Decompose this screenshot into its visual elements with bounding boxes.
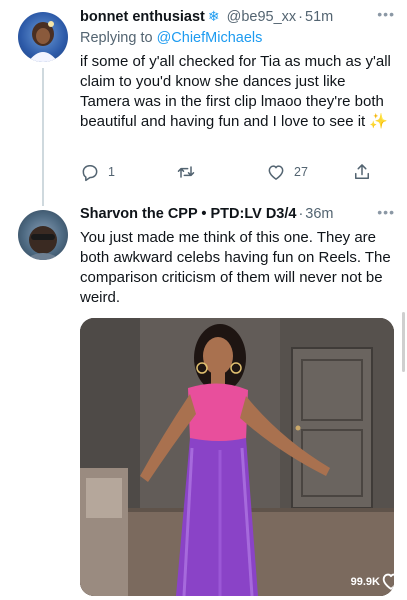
separator-dot: ·: [298, 206, 304, 222]
video-media[interactable]: 99.9K: [80, 318, 394, 596]
tweet-actions: 1 27: [80, 162, 383, 186]
reply-icon: [82, 165, 98, 182]
tweet-header: bonnet enthusiast ❄ @be95_xx · 51m •••: [80, 6, 395, 25]
retweet-button[interactable]: [176, 162, 204, 182]
avatar[interactable]: [18, 210, 68, 260]
share-icon: [355, 164, 369, 179]
replying-mention[interactable]: @ChiefMichaels: [157, 30, 263, 46]
author-name[interactable]: bonnet enthusiast: [80, 9, 205, 25]
video-view-count: 99.9K: [350, 576, 380, 588]
video-thumbnail: [80, 318, 394, 596]
reply-count: 1: [108, 165, 115, 179]
like-button[interactable]: 27: [266, 162, 308, 182]
tweet-reply[interactable]: bonnet enthusiast ❄ @be95_xx · 51m ••• R…: [0, 0, 407, 200]
heart-icon: [268, 165, 284, 180]
separator-dot: ·: [298, 8, 303, 25]
author-name[interactable]: Sharvon the CPP • PTD:LV D3/4: [80, 206, 296, 222]
timestamp[interactable]: 36m: [305, 206, 333, 222]
tweet-text: if some of y'all checked for Tia as much…: [80, 53, 391, 130]
more-icon[interactable]: •••: [377, 204, 395, 220]
reply-button[interactable]: 1: [80, 162, 115, 182]
snowflake-icon: ❄: [207, 8, 220, 24]
avatar-illustration: [24, 226, 62, 260]
tweet-header: Sharvon the CPP • PTD:LV D3/4 · 36m •••: [80, 204, 395, 222]
timestamp[interactable]: 51m: [305, 9, 333, 25]
replying-to: Replying to @ChiefMichaels: [80, 30, 262, 46]
timeline: bonnet enthusiast ❄ @be95_xx · 51m ••• R…: [0, 0, 407, 600]
scrollbar[interactable]: [402, 312, 405, 372]
heart-icon: [382, 573, 394, 590]
share-button[interactable]: [352, 162, 372, 182]
replying-prefix: Replying to: [80, 30, 157, 46]
more-icon[interactable]: •••: [377, 6, 395, 22]
tweet[interactable]: Sharvon the CPP • PTD:LV D3/4 · 36m ••• …: [0, 200, 407, 600]
avatar-illustration: [28, 21, 58, 62]
like-count: 27: [294, 165, 308, 179]
retweet-icon: [177, 166, 195, 178]
author-handle[interactable]: @be95_xx: [227, 9, 297, 25]
tweet-text: You just made me think of this one. They…: [80, 229, 391, 306]
avatar[interactable]: [18, 12, 68, 62]
